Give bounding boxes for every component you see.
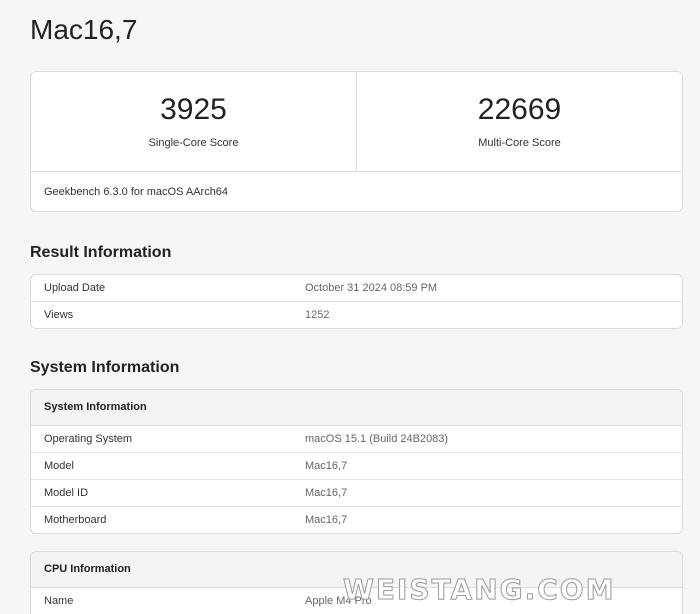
motherboard-label: Motherboard — [44, 514, 107, 526]
system-information-heading: System Information — [30, 359, 180, 376]
system-information-table: System Information Operating System macO… — [30, 389, 683, 534]
operating-system-value: macOS 15.1 (Build 24B2083) — [305, 433, 449, 445]
result-information-heading: Result Information — [30, 244, 172, 261]
table-row: Operating System macOS 15.1 (Build 24B20… — [31, 426, 682, 452]
upload-date-label: Upload Date — [44, 282, 106, 294]
table-row: Model ID Mac16,7 — [31, 479, 682, 506]
single-core-score-cell: 3925 Single-Core Score — [31, 72, 356, 171]
system-information-table-title: System Information — [31, 390, 682, 426]
table-row: Views 1252 — [31, 301, 682, 328]
table-row: Motherboard Mac16,7 — [31, 506, 682, 533]
motherboard-value: Mac16,7 — [305, 514, 348, 526]
single-core-score-value: 3925 — [160, 93, 227, 126]
score-row: 3925 Single-Core Score 22669 Multi-Core … — [31, 72, 682, 172]
model-id-label: Model ID — [44, 487, 89, 499]
model-id-value: Mac16,7 — [305, 487, 348, 499]
multi-core-score-value: 22669 — [477, 93, 562, 126]
page-title: Mac16,7 — [30, 14, 138, 45]
benchmark-version: Geekbench 6.3.0 for macOS AArch64 — [44, 186, 229, 198]
operating-system-label: Operating System — [44, 433, 133, 445]
views-value: 1252 — [305, 309, 330, 321]
result-information-table: Upload Date October 31 2024 08:59 PM Vie… — [30, 274, 683, 329]
table-row: Model Mac16,7 — [31, 452, 682, 479]
table-row: Upload Date October 31 2024 08:59 PM — [31, 275, 682, 301]
views-label: Views — [44, 309, 74, 321]
model-value: Mac16,7 — [305, 460, 348, 472]
model-label: Model — [44, 460, 74, 472]
single-core-score-label: Single-Core Score — [148, 137, 239, 149]
multi-core-score-label: Multi-Core Score — [478, 137, 561, 149]
cpu-name-label: Name — [44, 595, 74, 607]
geekbench-result-page: Mac16,7 3925 Single-Core Score 22669 Mul… — [0, 0, 700, 614]
upload-date-value: October 31 2024 08:59 PM — [305, 282, 438, 294]
multi-core-score-cell: 22669 Multi-Core Score — [356, 72, 682, 171]
score-card: 3925 Single-Core Score 22669 Multi-Core … — [30, 71, 683, 212]
watermark: WEISTANG.COM — [342, 573, 616, 606]
